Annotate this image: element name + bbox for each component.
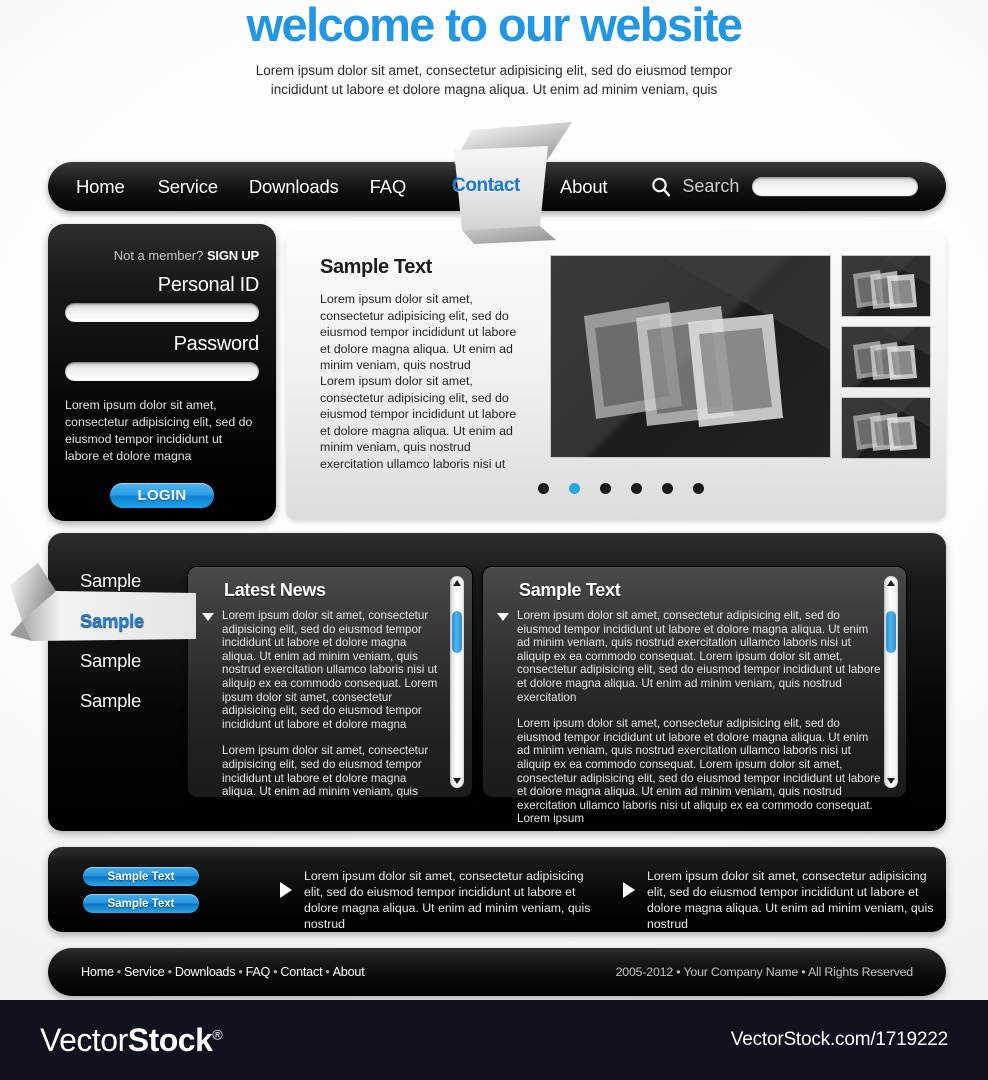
logo-light-part: Vector: [40, 1021, 128, 1058]
mid-content-panel: Sample Sample Sample Sample Latest News …: [10, 533, 946, 831]
latest-news-panel: Latest News Lorem ipsum dolor sit amet, …: [187, 566, 473, 798]
password-label: Password: [173, 333, 260, 355]
search-area: Search: [649, 175, 919, 199]
hero-section: welcome to our website Lorem ipsum dolor…: [0, 0, 988, 99]
scrollbar-thumb[interactable]: [886, 611, 896, 653]
sign-up-link[interactable]: SIGN UP: [207, 248, 259, 263]
side-link-sample-3[interactable]: Sample: [80, 649, 200, 689]
footer-link-home[interactable]: Home: [81, 965, 114, 979]
scrollbar-thumb[interactable]: [452, 611, 462, 653]
gallery-dot-active[interactable]: [569, 483, 580, 494]
page-canvas: welcome to our website Lorem ipsum dolor…: [0, 0, 988, 1000]
scroll-down-icon[interactable]: [887, 778, 895, 784]
footer-separator: •: [325, 965, 330, 979]
panel-paragraph: Lorem ipsum dolor sit amet, consectetur …: [517, 717, 881, 826]
content-paragraph: Lorem ipsum dolor sit amet, consectetur …: [320, 374, 517, 471]
promo-text: Lorem ipsum dolor sit amet, consectetur …: [647, 869, 934, 931]
signup-prompt: Not a member?: [113, 248, 204, 263]
scroll-up-icon[interactable]: [887, 580, 895, 586]
gallery-pagination-dots: [538, 483, 704, 494]
footer-link-about[interactable]: About: [333, 965, 365, 979]
scroll-up-icon[interactable]: [453, 580, 461, 586]
scroll-down-icon[interactable]: [453, 778, 461, 784]
page-title: welcome to our website: [246, 0, 744, 51]
side-links-list: Sample Sample Sample Sample: [80, 569, 200, 729]
panel-paragraph: Lorem ipsum dolor sit amet, consectetur …: [222, 744, 429, 799]
footer-separator: •: [238, 965, 243, 979]
content-paragraph: Lorem ipsum dolor sit amet, consectetur …: [320, 292, 517, 372]
personal-id-label: Personal ID: [157, 274, 260, 296]
footer-link-contact[interactable]: Contact: [280, 965, 322, 979]
nav-item-downloads[interactable]: Downloads: [249, 176, 339, 198]
nav-item-contact[interactable]: Contact: [452, 175, 520, 197]
content-heading: Sample Text: [320, 256, 432, 278]
play-triangle-icon: [280, 882, 292, 898]
nav-item-service[interactable]: Service: [158, 176, 218, 198]
panel-scrollbar[interactable]: [450, 576, 464, 788]
nav-item-home[interactable]: Home: [76, 176, 125, 198]
search-label: Search: [682, 176, 740, 196]
promo-text: Lorem ipsum dolor sit amet, consectetur …: [304, 869, 591, 931]
promo-block: Lorem ipsum dolor sit amet, consectetur …: [280, 868, 600, 932]
gallery-dot[interactable]: [600, 483, 611, 494]
signup-row: Not a member? SIGN UP: [65, 224, 259, 263]
panel-heading: Sample Text: [519, 580, 621, 600]
gallery-thumbnail[interactable]: [841, 255, 931, 317]
vectorstock-url: VectorStock.com/1719222: [730, 1029, 948, 1050]
footer-link-downloads[interactable]: Downloads: [175, 965, 236, 979]
personal-id-input[interactable]: [65, 303, 259, 322]
footer-link-service[interactable]: Service: [124, 965, 165, 979]
vectorstock-logo: VectorStock®: [40, 1021, 223, 1059]
play-triangle-icon: [623, 882, 635, 898]
footer-link-faq[interactable]: FAQ: [246, 965, 271, 979]
registered-mark-icon: ®: [212, 1025, 223, 1042]
expand-triangle-icon[interactable]: [497, 613, 509, 621]
panel-heading: Latest News: [224, 580, 326, 600]
panel-paragraph: Lorem ipsum dolor sit amet, consectetur …: [222, 609, 438, 731]
promo-strip: Sample Text Sample Text Lorem ipsum dolo…: [48, 847, 946, 932]
hero-subtitle: Lorem ipsum dolor sit amet, consectetur …: [255, 63, 733, 97]
login-description: Lorem ipsum dolor sit amet, consectetur …: [65, 398, 253, 463]
sample-text-panel: Sample Text Lorem ipsum dolor sit amet, …: [482, 566, 907, 825]
expand-triangle-icon[interactable]: [202, 613, 214, 621]
promo-button-1[interactable]: Sample Text: [83, 867, 199, 886]
panel-body: Lorem ipsum dolor sit amet, consectetur …: [517, 609, 882, 826]
gallery-dot[interactable]: [662, 483, 673, 494]
gallery-dot[interactable]: [631, 483, 642, 494]
promo-button-2[interactable]: Sample Text: [83, 894, 199, 913]
panel-body: Lorem ipsum dolor sit amet, consectetur …: [222, 609, 442, 799]
content-card: Sample Text Lorem ipsum dolor sit amet, …: [286, 232, 946, 520]
gallery-thumbnail[interactable]: [841, 326, 931, 388]
search-input[interactable]: [752, 177, 919, 196]
logo-bold-part: Stock: [127, 1021, 213, 1058]
side-link-sample-2-active[interactable]: Sample: [80, 609, 200, 649]
footer-nav: Home • Service • Downloads • FAQ • Contact • About: [81, 965, 365, 979]
nav-item-faq[interactable]: FAQ: [370, 176, 407, 198]
gallery-main-image[interactable]: [550, 255, 831, 458]
panel-scrollbar[interactable]: [884, 576, 898, 788]
side-link-sample-1[interactable]: Sample: [80, 569, 200, 609]
gallery-thumbnail[interactable]: [841, 397, 931, 459]
login-button[interactable]: LOGIN: [110, 483, 214, 508]
promo-block: Lorem ipsum dolor sit amet, consectetur …: [623, 868, 943, 932]
footer-copyright: 2005-2012 • Your Company Name • All Righ…: [615, 965, 914, 979]
search-icon[interactable]: [649, 175, 673, 199]
footer-separator: •: [167, 965, 172, 979]
password-input[interactable]: [65, 362, 259, 381]
side-link-sample-4[interactable]: Sample: [80, 689, 200, 729]
footer-separator: •: [116, 965, 122, 979]
gallery-dot[interactable]: [538, 483, 549, 494]
vectorstock-watermark-bar: VectorStock® VectorStock.com/1719222: [0, 1000, 988, 1080]
gallery-dot[interactable]: [693, 483, 704, 494]
footer-bar: Home • Service • Downloads • FAQ • Contact • About…: [48, 948, 946, 996]
nav-item-about[interactable]: About: [560, 176, 608, 198]
panel-paragraph: Lorem ipsum dolor sit amet, consectetur …: [517, 609, 881, 704]
footer-separator: •: [273, 965, 278, 979]
login-panel: Not a member? SIGN UP Personal ID Passwo…: [48, 224, 276, 521]
